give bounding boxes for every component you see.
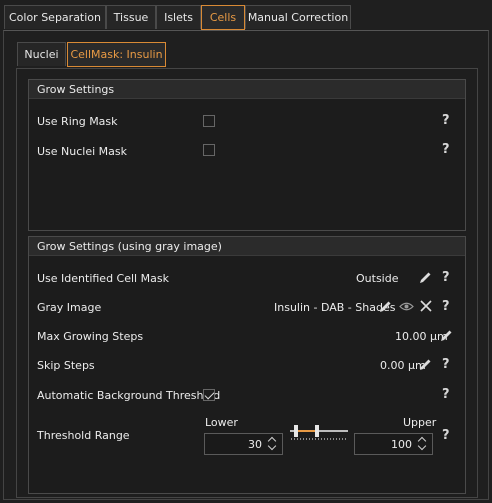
lower-threshold-value: 30 <box>248 438 262 451</box>
skip-steps-label: Skip Steps <box>37 359 95 372</box>
tab-label: Cells <box>209 11 237 24</box>
group-title: Grow Settings (using gray image) <box>29 237 465 256</box>
auto-bg-threshold-checkbox[interactable] <box>203 389 215 401</box>
max-growing-steps-label: Max Growing Steps <box>37 330 144 343</box>
tab-islets[interactable]: Islets <box>156 5 201 29</box>
tab-label: Islets <box>164 11 193 24</box>
tab-cells[interactable]: Cells <box>201 5 245 30</box>
lower-threshold-spinbox[interactable]: 30 <box>204 433 283 455</box>
tab-label: Color Separation <box>8 11 102 24</box>
help-icon[interactable]: ? <box>442 142 450 157</box>
subtab-cellmask-insulin[interactable]: CellMask: Insulin <box>67 42 166 67</box>
identified-cell-mask-value: Outside <box>356 272 399 285</box>
tab-label: Manual Correction <box>247 11 349 24</box>
tab-label: Tissue <box>113 11 149 24</box>
pencil-icon[interactable] <box>378 299 393 314</box>
upper-threshold-spinbox[interactable]: 100 <box>354 433 433 455</box>
eye-icon[interactable] <box>399 300 414 313</box>
arrow-down-icon[interactable] <box>417 441 427 451</box>
threshold-range-slider[interactable] <box>288 423 350 441</box>
help-icon[interactable]: ? <box>442 428 450 443</box>
tab-label: CellMask: Insulin <box>70 48 163 61</box>
lower-label: Lower <box>205 416 238 429</box>
arrow-down-icon[interactable] <box>267 441 277 451</box>
help-icon[interactable]: ? <box>442 270 450 285</box>
pencil-icon[interactable] <box>439 328 454 343</box>
help-icon[interactable]: ? <box>442 357 450 372</box>
use-ring-mask-label: Use Ring Mask <box>37 115 118 128</box>
gray-image-label: Gray Image <box>37 301 102 314</box>
help-icon[interactable]: ? <box>442 387 450 402</box>
upper-handle[interactable] <box>315 425 319 437</box>
tab-color-separation[interactable]: Color Separation <box>4 5 106 29</box>
use-ring-mask-checkbox[interactable] <box>203 115 215 127</box>
help-icon[interactable]: ? <box>442 113 450 128</box>
top-tab-bar: Color Separation Tissue Islets Cells Man… <box>0 0 492 30</box>
help-icon[interactable]: ? <box>442 299 450 314</box>
subtab-nuclei[interactable]: Nuclei <box>17 42 66 66</box>
use-nuclei-mask-checkbox[interactable] <box>203 144 215 156</box>
group-title: Grow Settings <box>29 80 465 99</box>
auto-bg-threshold-label: Automatic Background Threshold <box>37 389 221 402</box>
spin-arrows[interactable] <box>417 436 428 452</box>
identified-cell-mask-label: Use Identified Cell Mask <box>37 272 169 285</box>
tab-manual-correction[interactable]: Manual Correction <box>245 5 351 29</box>
lower-handle[interactable] <box>294 425 298 437</box>
use-nuclei-mask-label: Use Nuclei Mask <box>37 145 128 158</box>
upper-threshold-value: 100 <box>391 438 412 451</box>
close-icon[interactable] <box>419 299 433 313</box>
pencil-icon[interactable] <box>418 357 433 372</box>
spin-arrows[interactable] <box>267 436 278 452</box>
threshold-range-label: Threshold Range <box>37 429 130 442</box>
tab-label: Nuclei <box>24 48 59 61</box>
upper-label: Upper <box>403 416 437 429</box>
tab-tissue[interactable]: Tissue <box>106 5 156 29</box>
pencil-icon[interactable] <box>418 270 433 285</box>
